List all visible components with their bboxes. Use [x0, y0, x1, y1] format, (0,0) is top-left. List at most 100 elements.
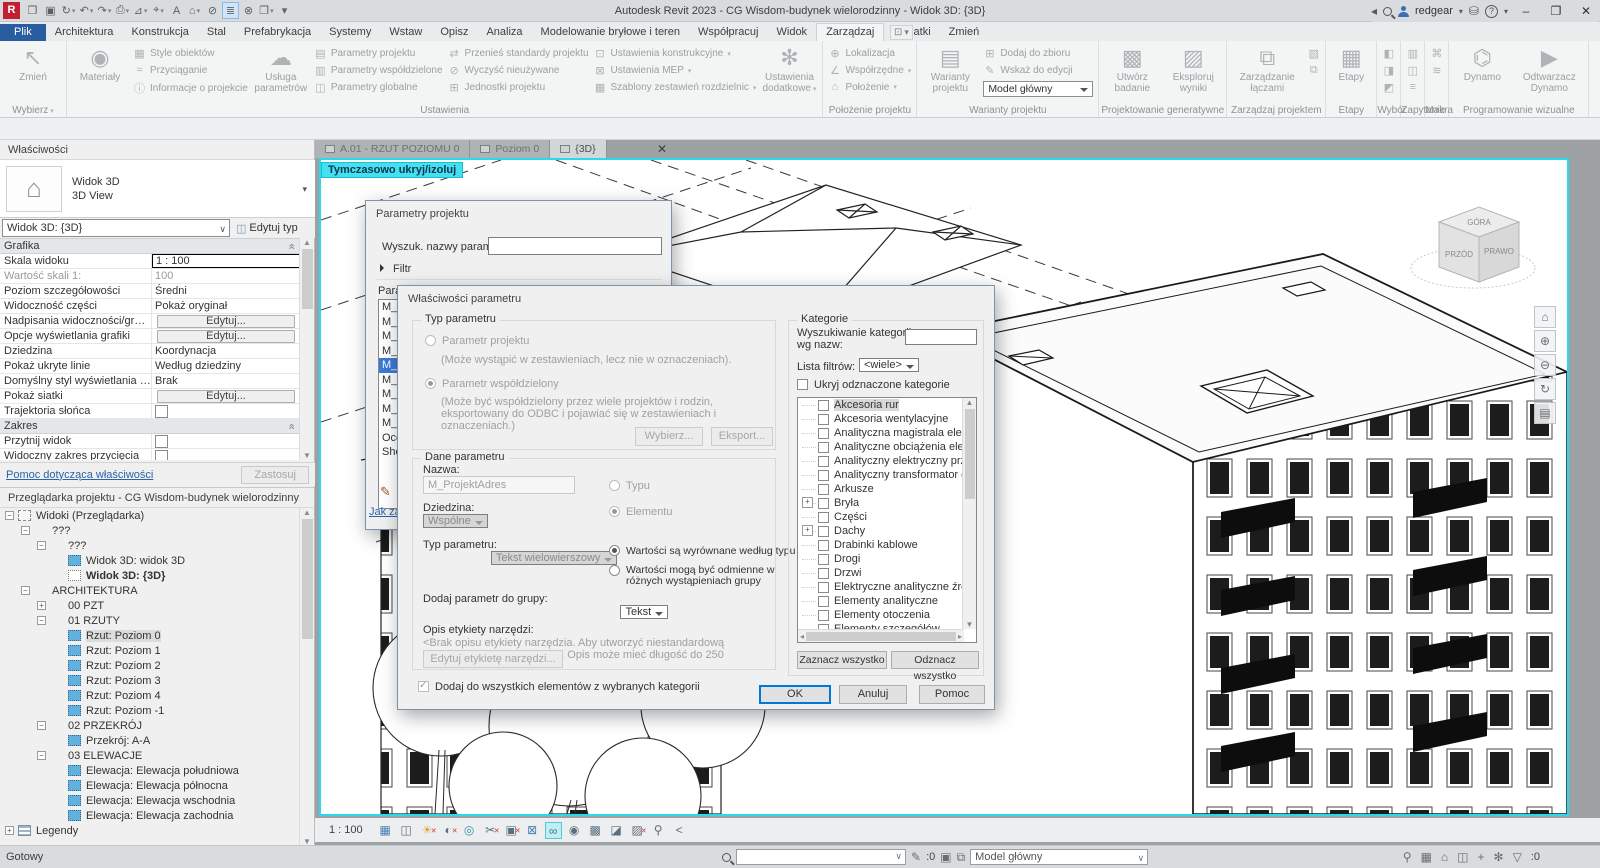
design-options-status-icon[interactable]: ⧉ [957, 850, 966, 865]
panel-macros-label[interactable]: Makra [1425, 105, 1448, 116]
tree-item[interactable]: 02 PRZEKRÓJ [0, 718, 300, 733]
switch-windows-icon[interactable]: ❐ [258, 2, 275, 19]
view-type-combo[interactable]: Widok 3D: {3D} [2, 219, 230, 237]
tree-item[interactable]: Elewacja: Elewacja północna [0, 778, 300, 793]
select-links-icon[interactable]: ⚲ [1403, 850, 1412, 864]
category-item[interactable]: Dachy [798, 524, 964, 538]
manage-links-button[interactable]: ⧉Zarządzanie łączami [1232, 44, 1302, 103]
position-button[interactable]: ⌂Położenie [828, 81, 911, 93]
dialog-title[interactable]: Parametry projektu [366, 201, 671, 227]
panel-design-options-label[interactable]: Warianty projektu [917, 105, 1098, 116]
project-parameters-button[interactable]: ▤Parametry projektu [314, 47, 443, 60]
zoom-in-icon[interactable]: ⊕ [1534, 330, 1556, 352]
ribbon-tab[interactable]: Stal [198, 24, 235, 41]
category-checkbox[interactable] [818, 442, 829, 453]
property-row[interactable]: Wartość skali 1: 100 [0, 269, 300, 284]
ribbon-tab[interactable]: Wstaw [380, 24, 431, 41]
save-icon[interactable]: ▣ [42, 2, 59, 19]
category-checkbox[interactable] [818, 540, 829, 551]
category-item[interactable]: Arkusze [798, 482, 964, 496]
section-graphics[interactable]: Grafika [0, 239, 300, 254]
category-item[interactable]: Bryła [798, 496, 964, 510]
coordinates-button[interactable]: ∠Współrzędne [828, 64, 911, 77]
property-row[interactable]: Widoczny zakres przycięcia [0, 449, 300, 460]
save-selection-button[interactable]: ◧ [1382, 47, 1395, 60]
ribbon-tab[interactable]: Opisz [431, 24, 477, 41]
category-item[interactable]: Części [798, 510, 964, 524]
tree-item[interactable]: Elewacja: Elewacja południowa [0, 763, 300, 778]
property-value[interactable]: Brak [152, 374, 300, 388]
check-none-button[interactable]: Odznacz wszystko [891, 651, 979, 669]
tree-item[interactable]: 03 ELEWACJE [0, 748, 300, 763]
shared-parameter-radio[interactable] [425, 378, 436, 389]
zoom-out-icon[interactable]: ⊖ [1534, 354, 1556, 376]
open-icon[interactable]: ❐ [24, 2, 41, 19]
panel-generative-design-label[interactable]: Projektowanie generatywne [1099, 105, 1226, 116]
help-caret-icon[interactable]: ▾ [1504, 7, 1508, 16]
section-extents[interactable]: Zakres [0, 419, 300, 434]
property-row[interactable]: Opcje wyświetlania grafiki Edytuj... [0, 329, 300, 344]
location-button[interactable]: ⊕Lokalizacja [828, 47, 911, 60]
create-study-button[interactable]: ▩Utwórz badanie [1104, 44, 1160, 103]
tree-item[interactable]: Elewacja: Elewacja zachodnia [0, 808, 300, 823]
category-item[interactable]: Drabinki kablowe [798, 538, 964, 552]
close-inactive-views-icon[interactable]: ⊗ [240, 2, 257, 19]
background-processes-icon[interactable]: ✻ [1494, 850, 1504, 864]
add-to-set-button[interactable]: ⊞Dodaj do zbioru [983, 47, 1093, 60]
property-row[interactable]: Widoczność części Pokaż oryginał [0, 299, 300, 314]
edit-tooltip-button[interactable]: Edytuj etykietę narzędzi... [423, 650, 563, 668]
expander-icon[interactable] [5, 826, 14, 835]
values-aligned-radio[interactable] [609, 545, 620, 556]
materials-button[interactable]: ◉Materiały [72, 44, 128, 103]
category-item[interactable]: Akcesoria wentylacyjne [798, 412, 964, 426]
tree-item[interactable]: Rzut: Poziom 2 [0, 658, 300, 673]
user-menu-caret-icon[interactable]: ▾ [1459, 7, 1463, 16]
expander-icon[interactable] [37, 601, 46, 610]
category-item[interactable]: Drzwi [798, 566, 964, 580]
property-row[interactable]: Dziedzina Koordynacja [0, 344, 300, 359]
category-checkbox[interactable] [818, 400, 829, 411]
expander-icon[interactable] [37, 616, 46, 625]
add-to-all-checkbox[interactable] [418, 681, 429, 692]
panel-schedule-templates-button[interactable]: ▦Szablony zestawień rozdzielnic [594, 81, 757, 94]
tree-item[interactable]: 01 RZUTY [0, 613, 300, 628]
drag-on-selection-icon[interactable]: + [1478, 850, 1485, 864]
phases-button[interactable]: ▦Etapy [1331, 44, 1371, 103]
property-row[interactable]: Przytnij widok [0, 434, 300, 449]
select-underlay-icon[interactable]: ▦ [1421, 850, 1432, 864]
purge-unused-button[interactable]: ⊘Wyczyść nieużywane [448, 64, 589, 77]
panel-manage-project-label[interactable]: Zarządzaj projektem [1227, 105, 1325, 116]
ribbon-tab[interactable]: Konstrukcja [122, 24, 197, 41]
transfer-standards-button[interactable]: ⇄Przenieś standardy projektu [448, 47, 589, 60]
expander-icon[interactable] [37, 721, 46, 730]
edit-type-button[interactable]: ◫Edytuj typ [236, 222, 298, 235]
tree-item[interactable]: Widoki (Przeglądarka) [0, 508, 300, 523]
panel-visual-programming-label[interactable]: Programowanie wizualne [1449, 105, 1588, 116]
apply-button[interactable]: Zastosuj [241, 466, 309, 484]
check-all-button[interactable]: Zaznacz wszystko [797, 651, 887, 669]
panel-settings-label[interactable]: Ustawienia [67, 105, 822, 116]
worksharing-display-icon[interactable]: ▩ [587, 822, 604, 839]
panel-phasing-label[interactable]: Etapy [1326, 105, 1376, 116]
property-value[interactable]: Średni [152, 284, 300, 298]
hide-unchecked-checkbox[interactable] [797, 379, 808, 390]
type-selector-caret-icon[interactable]: ▾ [302, 184, 307, 195]
view-tab-close-icon[interactable]: ✕ [657, 142, 667, 156]
expander-icon[interactable] [37, 751, 46, 760]
macro-manager-button[interactable]: ⌘ [1430, 47, 1443, 60]
name-input[interactable]: M_ProjektAdres [423, 476, 575, 494]
ribbon-tab[interactable]: Analiza [477, 24, 531, 41]
filter-list-combo[interactable]: <wiele> [859, 358, 919, 372]
properties-help-link[interactable]: Pomoc dotycząca właściwości [6, 469, 153, 481]
category-checkbox[interactable] [818, 568, 829, 579]
minimize-button[interactable]: – [1514, 4, 1538, 18]
view-tab[interactable]: {3D} [550, 140, 606, 158]
hide-analytical-model-icon[interactable]: ▨ [629, 822, 646, 839]
property-row[interactable]: Skala widoku 1 : 100 [0, 254, 300, 269]
user-name[interactable]: redgear [1415, 5, 1453, 17]
category-item[interactable]: Analityczny transformator elektryczny [798, 468, 964, 482]
pin-icon[interactable]: ◂ [1371, 4, 1377, 18]
expander-icon[interactable] [37, 541, 46, 550]
select-by-face-icon[interactable]: ◫ [1457, 850, 1468, 864]
category-checkbox[interactable] [818, 498, 829, 509]
